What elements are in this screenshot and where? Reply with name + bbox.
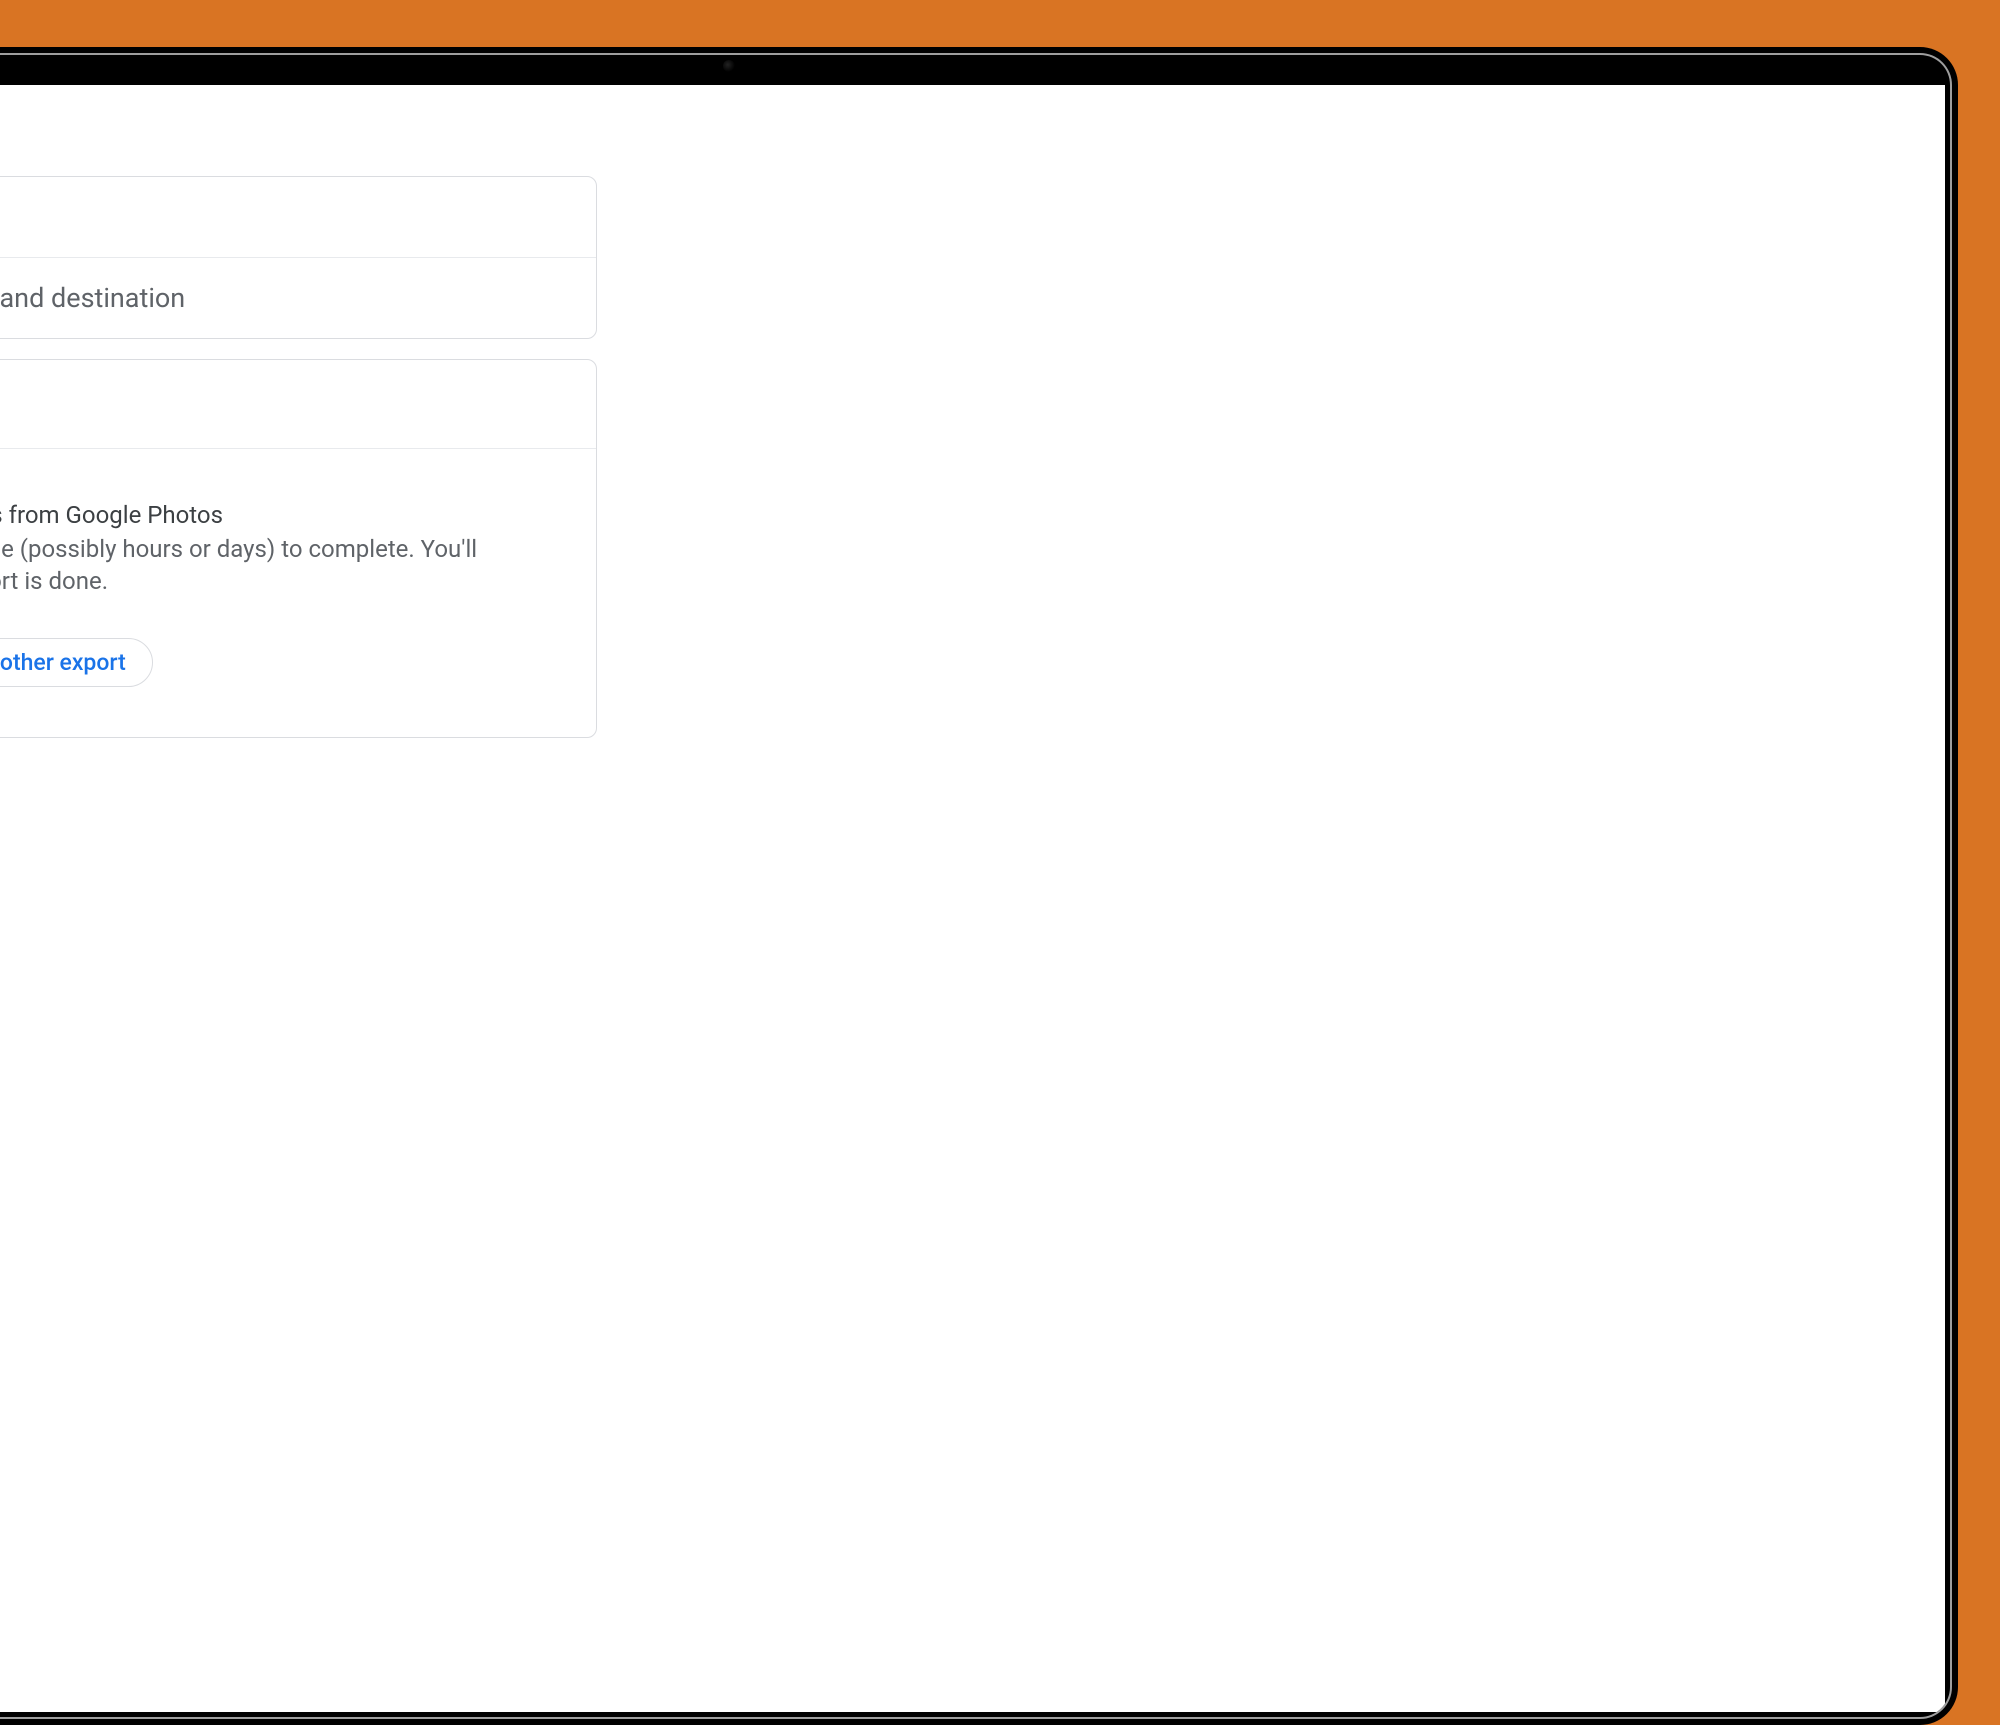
steps-card: Select data to include Choose file type,… — [0, 176, 597, 339]
progress-body: Google is creating a copy of files from … — [0, 449, 596, 737]
export-progress-card: Export progress — [0, 359, 597, 738]
laptop-frame: CREATE A NEW EXPORT Select data to inclu… — [0, 47, 1958, 1725]
step-choose-file-type[interactable]: Choose file type, frequency and destinat… — [0, 257, 596, 338]
create-another-export-label: Create another export — [0, 649, 126, 676]
progress-title: Export progress — [0, 388, 558, 420]
laptop-inner-bezel: CREATE A NEW EXPORT Select data to inclu… — [0, 53, 1952, 1719]
page-title: CREATE A NEW EXPORT — [0, 113, 1901, 136]
laptop-black-bezel: CREATE A NEW EXPORT Select data to inclu… — [0, 55, 1950, 1717]
page-content: CREATE A NEW EXPORT Select data to inclu… — [0, 85, 1945, 738]
status-row: Google is creating a copy of files from … — [0, 501, 558, 598]
step-label: Choose file type, frequency and destinat… — [0, 282, 185, 314]
screen: CREATE A NEW EXPORT Select data to inclu… — [0, 85, 1945, 1712]
create-another-export-button[interactable]: Create another export — [0, 638, 153, 687]
step-select-data[interactable]: Select data to include — [0, 177, 596, 257]
status-title: Google is creating a copy of files from … — [0, 501, 558, 529]
status-description: This process can take a long time (possi… — [0, 533, 496, 598]
button-row: Cancel export Create another export — [0, 638, 558, 687]
progress-header: Export progress — [0, 360, 596, 449]
laptop-camera — [723, 60, 735, 72]
status-text: Google is creating a copy of files from … — [0, 501, 558, 598]
